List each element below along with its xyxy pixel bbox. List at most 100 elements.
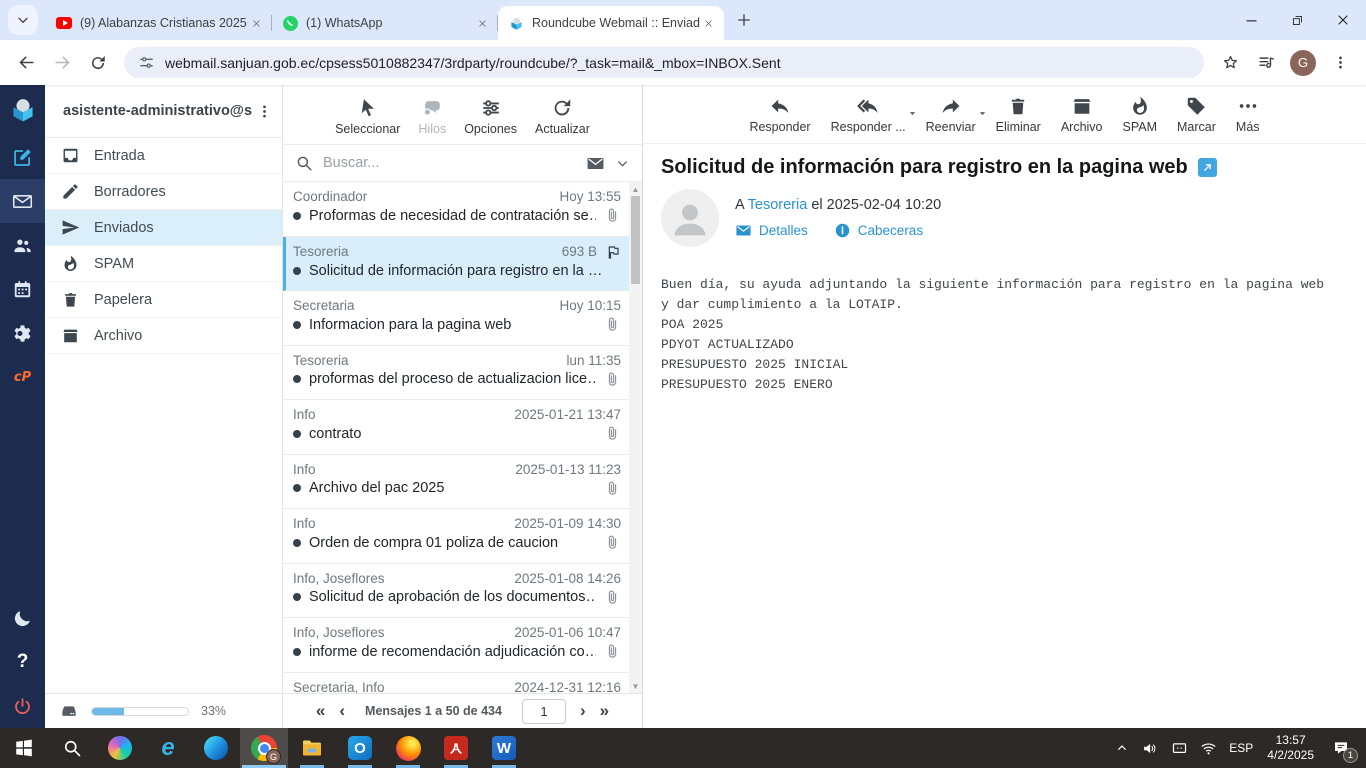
- msg-responder-button[interactable]: Responder ...: [829, 95, 908, 134]
- taskbar-search-button[interactable]: [48, 728, 96, 768]
- tray-chevron-up-icon[interactable]: [1108, 728, 1136, 768]
- new-tab-button[interactable]: [730, 6, 758, 34]
- list-hilos-button[interactable]: Hilos: [416, 97, 448, 136]
- tab-search-button[interactable]: [8, 5, 38, 35]
- message-row-5[interactable]: Info2025-01-21 13:47contrato: [283, 400, 629, 455]
- msg-eliminar-button[interactable]: Eliminar: [994, 95, 1043, 134]
- notification-center-button[interactable]: 1: [1322, 728, 1360, 768]
- message-row-3[interactable]: SecretariaHoy 10:15Informacion para la p…: [283, 291, 629, 346]
- recipient-link[interactable]: Tesoreria: [748, 197, 808, 213]
- bookmark-button[interactable]: [1214, 47, 1246, 79]
- close-button[interactable]: [1320, 0, 1366, 40]
- rail-item-mail[interactable]: [0, 179, 45, 223]
- browser-menu-button[interactable]: [1324, 47, 1356, 79]
- msg-m-s-button[interactable]: Más: [1234, 95, 1262, 134]
- list-opciones-button[interactable]: Opciones: [462, 97, 519, 136]
- taskbar-word-button[interactable]: W: [480, 728, 528, 768]
- taskbar-edge-button[interactable]: [192, 728, 240, 768]
- rail-item-dark-mode[interactable]: [0, 596, 45, 640]
- rail-item-contacts[interactable]: [0, 223, 45, 267]
- clock[interactable]: 13:57 4/2/2025: [1259, 728, 1322, 768]
- folder-item-enviados[interactable]: Enviados: [45, 210, 282, 246]
- reload-button[interactable]: [82, 47, 114, 79]
- message-row-10[interactable]: Secretaria, Info2024-12-31 12:16: [283, 673, 629, 694]
- info-icon: [834, 222, 851, 239]
- prev-page-button[interactable]: ‹: [339, 701, 345, 721]
- open-in-new-window-button[interactable]: [1198, 158, 1217, 177]
- message-row-4[interactable]: Tesorerialun 11:35proformas del proceso …: [283, 346, 629, 401]
- message-row-1[interactable]: CoordinadorHoy 13:55Proformas de necesid…: [283, 182, 629, 237]
- folder-item-archivo[interactable]: Archivo: [45, 318, 282, 354]
- wifi-icon[interactable]: [1194, 728, 1223, 768]
- rail-item-help[interactable]: ?: [0, 640, 45, 684]
- folder-item-papelera[interactable]: Papelera: [45, 282, 282, 318]
- taskbar-outlook-button[interactable]: O: [336, 728, 384, 768]
- list-scrollbar[interactable]: ▲ ▼: [629, 182, 642, 693]
- taskbar-copilot-button[interactable]: [96, 728, 144, 768]
- tab-close-icon[interactable]: [474, 15, 490, 31]
- rail-item-compose[interactable]: [0, 135, 45, 179]
- cabeceras-button[interactable]: Cabeceras: [834, 222, 923, 239]
- folder-menu-button[interactable]: [252, 103, 276, 120]
- list-actualizar-button[interactable]: Actualizar: [533, 97, 592, 136]
- taskbar-firefox-button[interactable]: [384, 728, 432, 768]
- flag-icon[interactable]: [605, 244, 621, 260]
- attachment-icon: [604, 643, 621, 660]
- search-options-chevron-icon[interactable]: [615, 156, 630, 171]
- taskbar-file-explorer-button[interactable]: [288, 728, 336, 768]
- profile-avatar[interactable]: G: [1290, 50, 1316, 76]
- search-input[interactable]: [323, 155, 576, 171]
- scroll-up-arrow[interactable]: ▲: [632, 182, 640, 196]
- tab-close-icon[interactable]: [700, 15, 716, 31]
- rail-item-logout[interactable]: [0, 684, 45, 728]
- msg-responder-button[interactable]: Responder: [747, 95, 812, 134]
- next-page-button[interactable]: ›: [580, 701, 586, 721]
- site-settings-icon[interactable]: [138, 54, 155, 71]
- message-row-8[interactable]: Info, Joseflores2025-01-08 14:26Solicitu…: [283, 564, 629, 619]
- msg-marcar-button[interactable]: Marcar: [1175, 95, 1218, 134]
- folder-item-entrada[interactable]: Entrada: [45, 138, 282, 174]
- maximize-button[interactable]: [1274, 0, 1320, 40]
- back-button[interactable]: [10, 47, 42, 79]
- dropdown-caret-icon[interactable]: [976, 107, 989, 123]
- scroll-down-arrow[interactable]: ▼: [632, 679, 640, 693]
- browser-tab-2[interactable]: (1) WhatsApp: [272, 6, 498, 40]
- msg-spam-button[interactable]: SPAM: [1121, 95, 1160, 134]
- list-seleccionar-button[interactable]: Seleccionar: [333, 97, 402, 136]
- message-row-9[interactable]: Info, Joseflores2025-01-06 10:47informe …: [283, 618, 629, 673]
- folder-item-borradores[interactable]: Borradores: [45, 174, 282, 210]
- message-row-2[interactable]: Tesoreria693 BSolicitud de información p…: [283, 237, 629, 292]
- message-row-6[interactable]: Info2025-01-13 11:23Archivo del pac 2025: [283, 455, 629, 510]
- dropdown-caret-icon[interactable]: [906, 107, 919, 123]
- rail-item-roundcube-logo[interactable]: [0, 85, 45, 135]
- folder-label: Entrada: [94, 148, 145, 164]
- minimize-button[interactable]: [1228, 0, 1274, 40]
- msg-archivo-button[interactable]: Archivo: [1059, 95, 1105, 134]
- msg-reenviar-button[interactable]: Reenviar: [924, 95, 978, 134]
- rail-item-cpanel[interactable]: cP: [0, 355, 45, 399]
- rail-item-settings[interactable]: [0, 311, 45, 355]
- language-indicator[interactable]: ESP: [1223, 728, 1259, 768]
- taskbar-chrome-button[interactable]: G: [240, 728, 288, 768]
- message-row-7[interactable]: Info2025-01-09 14:30Orden de compra 01 p…: [283, 509, 629, 564]
- search-scope-mail-icon[interactable]: [586, 154, 605, 173]
- detalles-button[interactable]: Detalles: [735, 222, 808, 239]
- address-bar[interactable]: webmail.sanjuan.gob.ec/cpsess5010882347/…: [124, 47, 1204, 78]
- side-panel-button[interactable]: [1250, 47, 1282, 79]
- first-page-button[interactable]: «: [316, 701, 325, 721]
- taskbar-start-button[interactable]: [0, 728, 48, 768]
- folder-item-spam[interactable]: SPAM: [45, 246, 282, 282]
- scrollbar-thumb[interactable]: [631, 196, 640, 284]
- page-number-input[interactable]: 1: [522, 699, 566, 724]
- tray-date: 4/2/2025: [1267, 748, 1314, 762]
- taskbar-acrobat-button[interactable]: [432, 728, 480, 768]
- taskbar-internet-explorer-button[interactable]: e: [144, 728, 192, 768]
- volume-icon[interactable]: [1136, 728, 1165, 768]
- forward-button[interactable]: [46, 47, 78, 79]
- browser-tab-3[interactable]: Roundcube Webmail :: Enviados: [498, 6, 724, 40]
- display-icon[interactable]: [1165, 728, 1194, 768]
- browser-tab-1[interactable]: (9) Alabanzas Cristianas 2025 🙏: [46, 6, 272, 40]
- last-page-button[interactable]: »: [600, 701, 609, 721]
- tab-close-icon[interactable]: [248, 15, 264, 31]
- rail-item-calendar[interactable]: [0, 267, 45, 311]
